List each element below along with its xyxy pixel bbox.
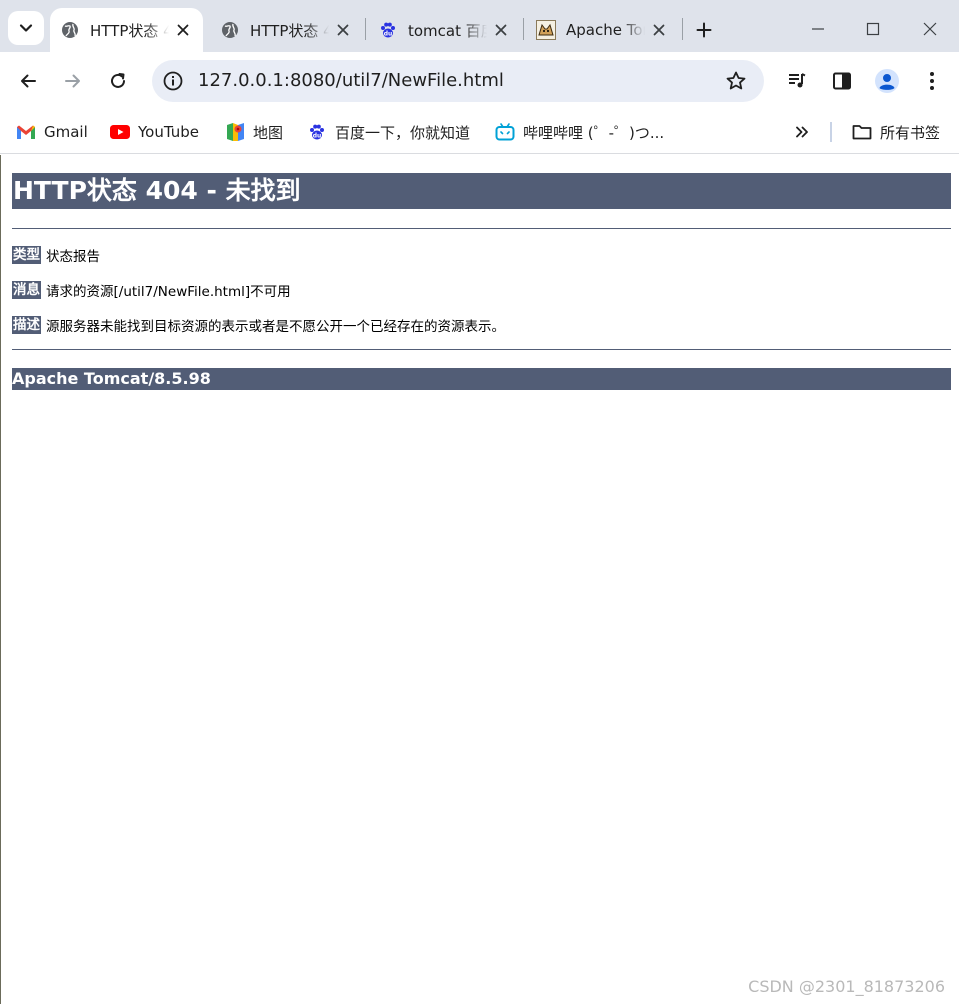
tab-title: tomcat 百度搜索: [408, 21, 487, 40]
bookmark-youtube[interactable]: YouTube: [110, 118, 199, 146]
bookmarks-divider: [830, 122, 832, 142]
watermark: CSDN @2301_81873206: [748, 977, 945, 996]
chevron-down-icon: [19, 24, 33, 32]
forward-button[interactable]: [56, 64, 90, 98]
site-info-icon[interactable]: [160, 68, 186, 94]
message-value: 请求的资源[/util7/NewFile.html]不可用: [46, 284, 291, 300]
tab-title: HTTP状态 404 - 未找到: [90, 21, 169, 40]
tab-strip: HTTP状态 404 - 未找到 HTTP状态 404 - 未找到 du tom…: [0, 0, 959, 52]
description-row: 描述 源服务器未能找到目标资源的表示或者是不愿公开一个已经存在的资源表示。: [12, 315, 505, 335]
folder-icon: [852, 122, 872, 142]
arrow-left-icon: [21, 74, 36, 88]
bilibili-icon: [495, 122, 515, 142]
svg-text:du: du: [313, 133, 322, 140]
kebab-menu-icon: [930, 72, 934, 90]
maps-icon: [225, 122, 245, 142]
bookmark-label: YouTube: [138, 123, 199, 141]
server-version: Apache Tomcat/8.5.98: [12, 368, 951, 390]
type-row: 类型 状态报告: [12, 245, 100, 265]
divider: [12, 228, 951, 229]
message-label: 消息: [12, 281, 41, 299]
divider: [12, 349, 951, 350]
close-icon[interactable]: [649, 20, 669, 40]
menu-button[interactable]: [915, 64, 949, 98]
more-bookmarks-button[interactable]: [790, 120, 814, 144]
page-title: HTTP状态 404 - 未找到: [12, 173, 951, 209]
reload-icon: [111, 73, 125, 88]
baidu-paw-icon: du: [378, 20, 398, 40]
globe-icon: [60, 20, 80, 40]
side-panel-icon: [833, 72, 851, 90]
browser-toolbar: 127.0.0.1:8080/util7/NewFile.html: [0, 52, 959, 110]
page-content: HTTP状态 404 - 未找到 类型 状态报告 消息 请求的资源[/util7…: [0, 155, 959, 1004]
star-icon[interactable]: [724, 69, 748, 93]
profile-button[interactable]: [870, 64, 904, 98]
tab-separator: [365, 18, 366, 40]
new-tab-button[interactable]: [690, 16, 718, 44]
all-bookmarks-button[interactable]: 所有书签: [852, 118, 940, 146]
double-chevron-right-icon: [796, 126, 808, 138]
reload-button[interactable]: [101, 64, 135, 98]
playlist-icon: [789, 73, 806, 88]
close-window-button[interactable]: [915, 14, 945, 44]
close-icon[interactable]: [173, 20, 193, 40]
minimize-button[interactable]: [803, 14, 833, 44]
youtube-icon: [110, 122, 130, 142]
url-text[interactable]: 127.0.0.1:8080/util7/NewFile.html: [198, 70, 504, 91]
address-bar[interactable]: 127.0.0.1:8080/util7/NewFile.html: [152, 60, 764, 102]
tab-separator: [523, 18, 524, 40]
bookmark-label: 地图: [253, 123, 284, 142]
bookmark-label: 哔哩哔哩 (゜-゜)つ...: [523, 123, 665, 142]
description-label: 描述: [12, 316, 41, 334]
tab-3[interactable]: du tomcat 百度搜索: [368, 8, 521, 52]
globe-icon: [220, 20, 240, 40]
bookmark-bilibili[interactable]: 哔哩哔哩 (゜-゜)つ...: [495, 118, 664, 146]
back-button[interactable]: [11, 64, 45, 98]
avatar-icon: [875, 69, 899, 93]
tab-title: HTTP状态 404 - 未找到: [250, 21, 329, 40]
all-bookmarks-label: 所有书签: [880, 123, 941, 142]
tab-4[interactable]: Apache Tomcat: [526, 8, 679, 52]
tab-search-button[interactable]: [8, 11, 44, 45]
bookmarks-bar: Gmail YouTube 地图 du 百度一下，你就知道 哔哩哔哩 (゜-゜)…: [0, 110, 959, 154]
plus-icon: [696, 22, 712, 38]
bookmark-gmail[interactable]: Gmail: [16, 118, 88, 146]
description-value: 源服务器未能找到目标资源的表示或者是不愿公开一个已经存在的资源表示。: [46, 319, 505, 335]
tab-active[interactable]: HTTP状态 404 - 未找到: [50, 8, 203, 52]
close-icon: [923, 22, 937, 36]
side-panel-button[interactable]: [825, 64, 859, 98]
tab-2[interactable]: HTTP状态 404 - 未找到: [210, 8, 363, 52]
bookmark-label: Gmail: [44, 123, 88, 141]
tomcat-icon: [536, 20, 556, 40]
close-icon[interactable]: [491, 20, 511, 40]
type-value: 状态报告: [46, 249, 100, 265]
tab-separator: [682, 18, 683, 40]
bookmark-label: 百度一下，你就知道: [335, 123, 471, 142]
minimize-icon: [812, 28, 824, 30]
close-icon[interactable]: [333, 20, 353, 40]
bookmark-baidu[interactable]: du 百度一下，你就知道: [307, 118, 470, 146]
bookmark-maps[interactable]: 地图: [225, 118, 283, 146]
maximize-icon: [866, 22, 880, 36]
message-row: 消息 请求的资源[/util7/NewFile.html]不可用: [12, 280, 291, 300]
gmail-icon: [16, 122, 36, 142]
maximize-button[interactable]: [858, 14, 888, 44]
type-label: 类型: [12, 246, 41, 264]
baidu-paw-icon: du: [307, 122, 327, 142]
media-controls-button[interactable]: [780, 64, 814, 98]
arrow-right-icon: [65, 74, 80, 88]
tab-title: Apache Tomcat: [566, 21, 645, 39]
svg-text:du: du: [384, 31, 393, 38]
